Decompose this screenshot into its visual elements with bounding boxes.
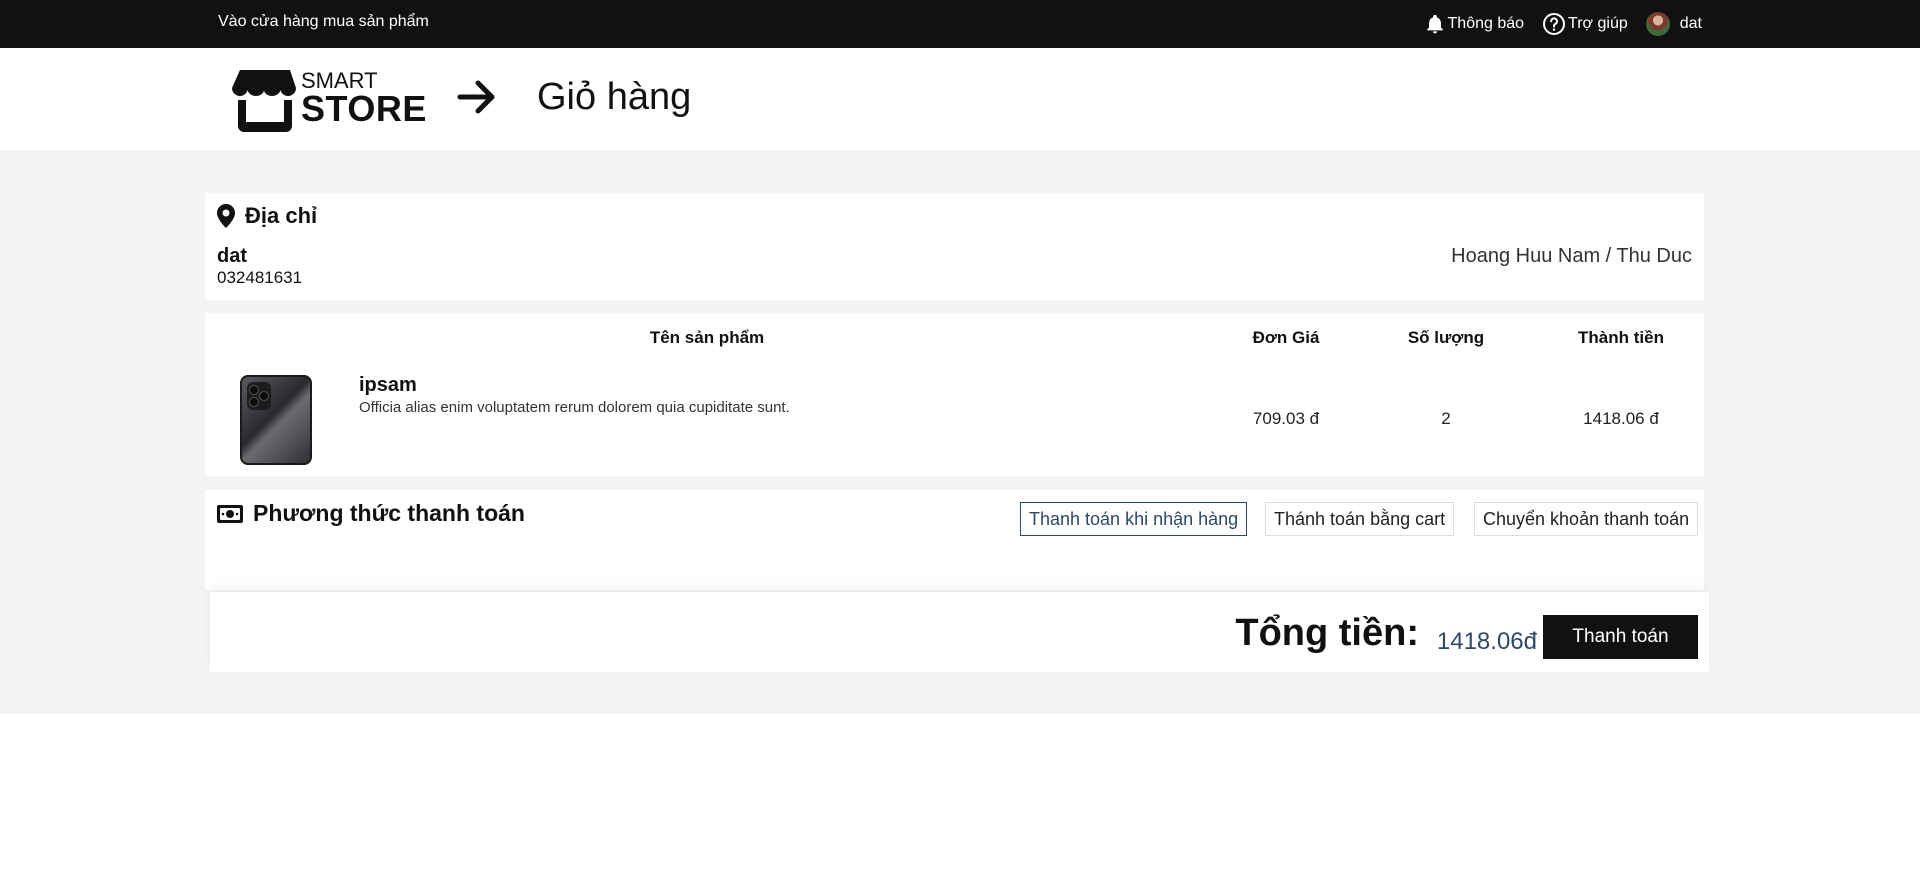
logo-text-store: STORE: [301, 88, 427, 129]
top-bar: Vào cửa hàng mua sản phẩm Thông báo Trợ …: [0, 0, 1920, 48]
address-card: Địa chỉ dat 032481631 Hoang Huu Nam / Th…: [205, 193, 1704, 300]
arrow-right-icon: [457, 80, 495, 114]
bell-icon: [1426, 14, 1443, 34]
total-value: 1418.06đ: [1436, 628, 1537, 655]
checkout-bar: Tổng tiền: 1418.06đ Thanh toán: [210, 592, 1709, 672]
location-pin-icon: [217, 204, 235, 228]
product-subtotal: 1418.06 đ: [1583, 409, 1659, 428]
username: dat: [1679, 15, 1702, 32]
notifications-label: Thông báo: [1447, 15, 1525, 32]
help-label: Trợ giúp: [1568, 15, 1628, 32]
payment-heading-label: Phương thức thanh toán: [253, 500, 525, 526]
payment-option-transfer[interactable]: Chuyển khoản thanh toán: [1474, 502, 1699, 536]
column-product: Tên sản phẩm: [649, 328, 765, 347]
help-icon: [1543, 13, 1566, 35]
page-header: SMART STORE Giỏ hàng: [0, 48, 1920, 150]
page-title: Giỏ hàng: [537, 76, 692, 118]
payment-heading: Phương thức thanh toán: [217, 500, 525, 527]
avatar: [1645, 12, 1670, 36]
product-image[interactable]: [240, 375, 312, 465]
address-heading: Địa chỉ: [217, 203, 317, 229]
payment-option-card[interactable]: Thánh toán bằng cart: [1265, 502, 1455, 536]
help-button[interactable]: Trợ giúp: [1542, 12, 1628, 36]
notifications-button[interactable]: Thông báo: [1424, 12, 1525, 36]
cart-main: Địa chỉ dat 032481631 Hoang Huu Nam / Th…: [0, 150, 1920, 714]
camera-module: [247, 382, 271, 410]
user-menu[interactable]: dat: [1645, 12, 1702, 36]
product-unit-price: 709.03 đ: [1252, 409, 1320, 428]
column-unit-price: Đơn Giá: [1252, 328, 1320, 347]
shop-link[interactable]: Vào cửa hàng mua sản phẩm: [218, 13, 429, 31]
product-name[interactable]: ipsam: [359, 374, 417, 397]
storefront-icon: [232, 70, 296, 132]
recipient-address: Hoang Huu Nam / Thu Duc: [1451, 245, 1692, 267]
product-quantity: 2: [1441, 409, 1451, 428]
total-label: Tổng tiền:: [1235, 612, 1419, 654]
recipient-phone: 032481631: [217, 268, 303, 287]
address-heading-label: Địa chỉ: [245, 203, 318, 228]
top-bar-actions: Thông báo Trợ giúp dat: [1424, 10, 1702, 38]
column-quantity: Số lượng: [1407, 328, 1485, 347]
payment-option-cod[interactable]: Thanh toán khi nhận hàng: [1020, 502, 1248, 536]
store-logo[interactable]: SMART STORE: [232, 66, 426, 136]
payment-card: Phương thức thanh toán Thanh toán khi nh…: [205, 490, 1704, 590]
cart-table: Tên sản phẩm Đơn Giá Số lượng Thành tiền…: [205, 313, 1704, 476]
recipient-name: dat: [217, 245, 247, 267]
money-icon: [217, 504, 243, 523]
checkout-button[interactable]: Thanh toán: [1543, 615, 1698, 659]
column-subtotal: Thành tiền: [1578, 328, 1664, 347]
product-description: Officia alias enim voluptatem rerum dolo…: [359, 399, 790, 416]
